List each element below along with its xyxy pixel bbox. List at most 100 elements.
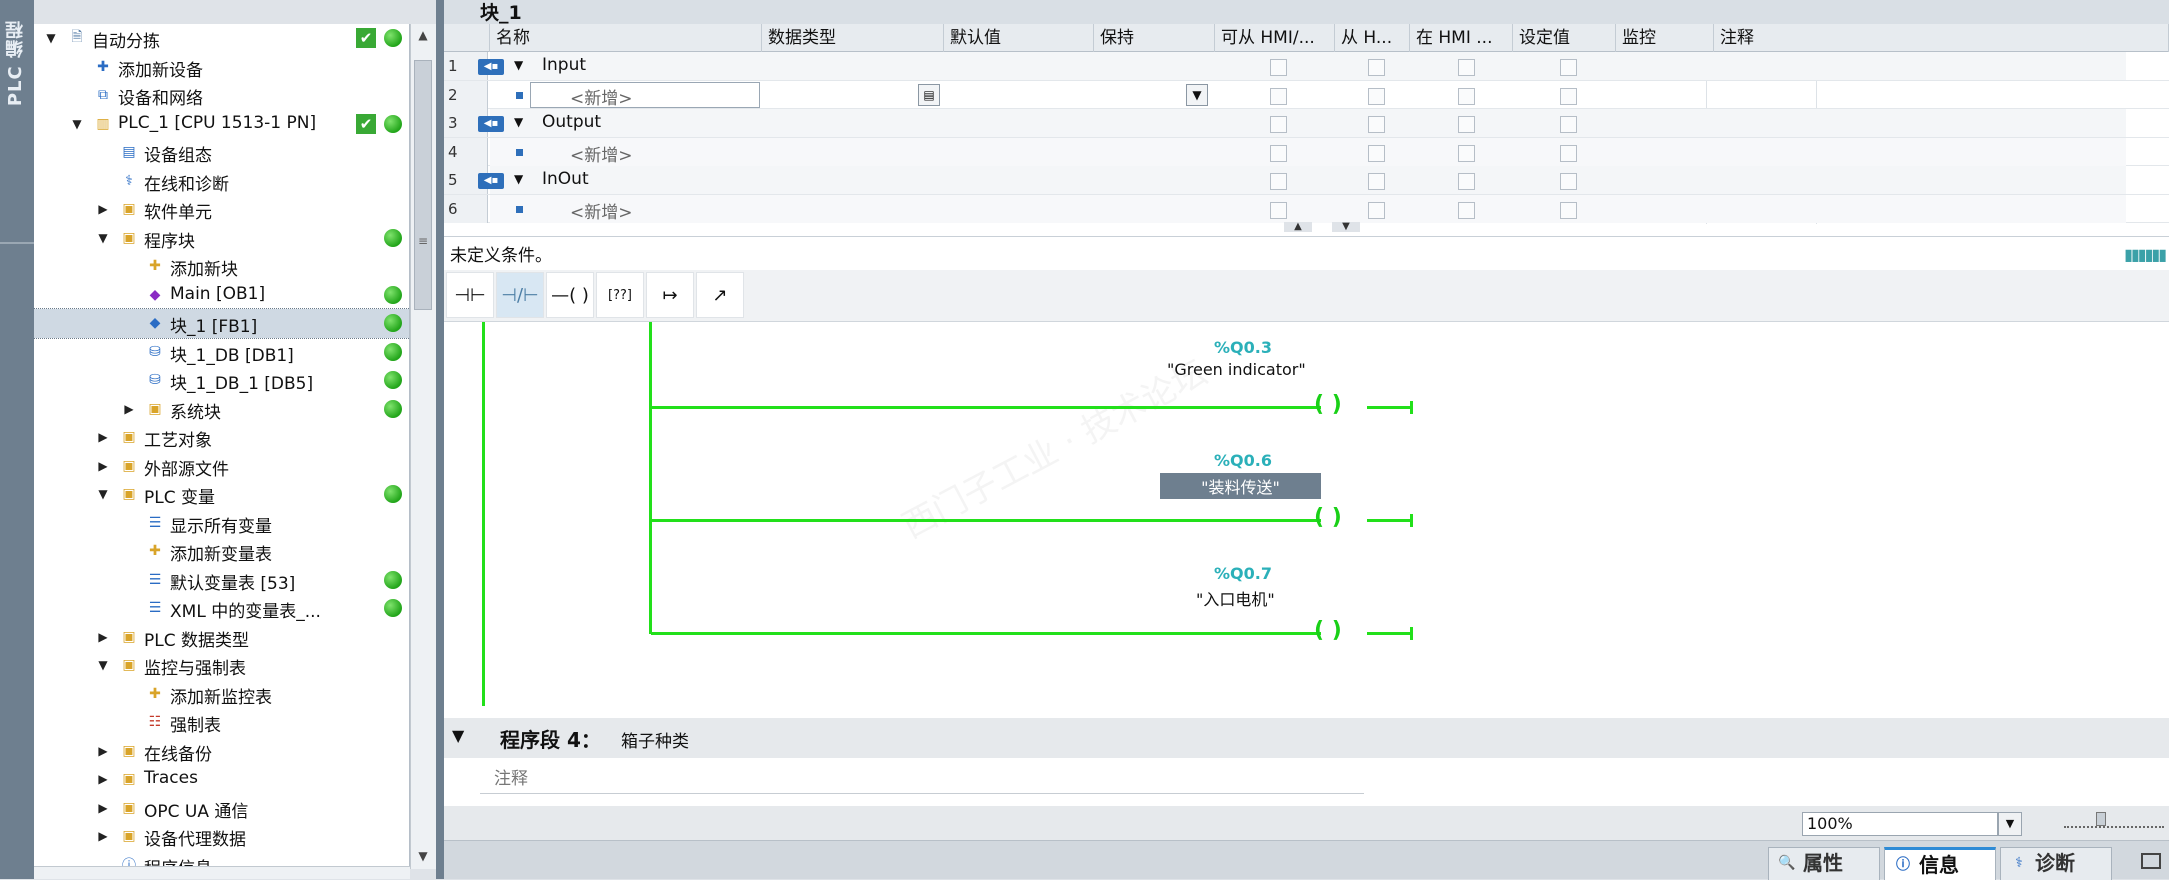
expand-arrow-right-icon[interactable]: ▶ xyxy=(96,630,110,644)
zoom-level-input[interactable]: 100% xyxy=(1802,812,1998,836)
scroll-up-icon[interactable]: ▲ xyxy=(411,24,435,46)
interface-row[interactable]: 6 <新增> xyxy=(444,194,2169,223)
add-new-placeholder[interactable]: <新增> xyxy=(570,198,633,223)
column-header[interactable]: 在 HMI ... xyxy=(1410,24,1513,52)
tree-item[interactable]: ▶ ▣ 在线备份 xyxy=(34,737,409,766)
splitter-up-icon[interactable]: ▲ xyxy=(1284,222,1312,232)
row-checkbox[interactable] xyxy=(1560,87,1577,105)
tree-item[interactable]: ▶ ▣ Traces xyxy=(34,765,409,794)
expand-arrow-right-icon[interactable]: ▶ xyxy=(96,829,110,843)
row-checkbox[interactable] xyxy=(1458,87,1475,105)
row-checkbox[interactable] xyxy=(1270,144,1287,162)
open-branch-icon[interactable]: ↦ xyxy=(646,272,694,318)
row-checkbox[interactable] xyxy=(1270,59,1287,76)
row-checkbox[interactable] xyxy=(1270,116,1287,133)
output-coil[interactable]: ( ) xyxy=(1314,392,1342,417)
normally-open-contact-icon[interactable]: ⊣⊢ xyxy=(446,272,494,318)
coil-tag-name[interactable]: "Green indicator" xyxy=(1167,360,1306,379)
row-checkbox[interactable] xyxy=(1368,59,1385,76)
expand-arrow-down-icon[interactable]: ▼ xyxy=(96,231,110,245)
tree-item[interactable]: ✚ 添加新监控表 xyxy=(34,680,409,709)
zoom-slider-knob[interactable] xyxy=(2096,812,2106,826)
tab-info[interactable]: ⓘ 信息 xyxy=(1884,847,1996,880)
name-edit-field[interactable] xyxy=(530,81,760,108)
splitter-down-icon[interactable]: ▼ xyxy=(1332,222,1360,232)
tree-item[interactable]: ⧉ 设备和网络 xyxy=(34,81,409,110)
network-description[interactable]: 箱子种类 xyxy=(621,727,689,752)
coil-tag-name[interactable]: "入口电机" xyxy=(1196,586,1275,610)
panel-grip-icon[interactable]: ▮▮▮▮▮▮ xyxy=(2124,245,2167,264)
row-checkbox[interactable] xyxy=(1368,87,1385,105)
column-header[interactable]: 设定值 xyxy=(1513,24,1616,52)
tree-item[interactable]: ⚕ 在线和诊断 xyxy=(34,167,409,196)
row-checkbox[interactable] xyxy=(1368,144,1385,162)
tree-item[interactable]: ▶ ▣ PLC 数据类型 xyxy=(34,623,409,652)
add-new-placeholder[interactable]: <新增> xyxy=(570,141,633,166)
column-header[interactable]: 名称 xyxy=(490,24,762,52)
tree-item[interactable]: ▶ ▣ OPC UA 通信 xyxy=(34,794,409,823)
tree-item[interactable]: ▼ 🗎 自动分拣 ✔ xyxy=(34,24,409,53)
interface-row[interactable]: 5 ◀▪ ▼ InOut xyxy=(444,166,2169,195)
expand-arrow-right-icon[interactable]: ▶ xyxy=(96,430,110,444)
column-header[interactable]: 从 H... xyxy=(1335,24,1410,52)
interface-row[interactable]: 3 ◀▪ ▼ Output xyxy=(444,109,2169,138)
tree-item[interactable]: ▼ ▣ PLC 变量 xyxy=(34,480,409,509)
expand-arrow-down-icon[interactable]: ▼ xyxy=(70,117,84,131)
expand-arrow-right-icon[interactable]: ▶ xyxy=(96,772,110,786)
row-checkbox[interactable] xyxy=(1368,116,1385,133)
close-branch-icon[interactable]: ↗ xyxy=(696,272,744,318)
expand-arrow-right-icon[interactable]: ▶ xyxy=(96,459,110,473)
tree-item[interactable]: ▼ ▣ 监控与强制表 xyxy=(34,651,409,680)
tree-item[interactable]: ▤ 设备组态 xyxy=(34,138,409,167)
row-checkbox[interactable] xyxy=(1458,173,1475,190)
expand-arrow-down-icon[interactable]: ▼ xyxy=(96,487,110,501)
coil-tag-name[interactable]: "装料传送" xyxy=(1160,473,1321,499)
row-checkbox[interactable] xyxy=(1368,173,1385,190)
column-header[interactable]: 注释 xyxy=(1714,24,2169,52)
row-checkbox[interactable] xyxy=(1458,201,1475,219)
expand-arrow-down-icon[interactable]: ▼ xyxy=(96,658,110,672)
scroll-down-icon[interactable]: ▼ xyxy=(411,845,435,867)
tree-item[interactable]: ☷ 强制表 xyxy=(34,708,409,737)
network-header[interactable]: ▼ 程序段 4： 箱子种类 xyxy=(444,718,2169,758)
expand-arrow-right-icon[interactable]: ▶ xyxy=(96,202,110,216)
tree-item[interactable]: ▶ ▣ 软件单元 xyxy=(34,195,409,224)
row-checkbox[interactable] xyxy=(1458,59,1475,76)
row-checkbox[interactable] xyxy=(1270,201,1287,219)
column-header[interactable]: 保持 xyxy=(1094,24,1215,52)
output-coil[interactable]: ( ) xyxy=(1314,505,1342,530)
tree-item[interactable]: ⛁ 块_1_DB [DB1] xyxy=(34,338,409,367)
scroll-thumb[interactable] xyxy=(414,60,432,310)
interface-row[interactable]: 2 ▤ ▼ <新增> xyxy=(444,80,2169,109)
tree-item[interactable]: ✚ 添加新变量表 xyxy=(34,537,409,566)
tree-item[interactable]: ▶ ▣ 外部源文件 xyxy=(34,452,409,481)
normally-closed-contact-icon[interactable]: ⊣/⊢ xyxy=(496,272,544,318)
panel-splitter[interactable] xyxy=(436,0,444,879)
column-header[interactable]: 数据类型 xyxy=(762,24,944,52)
column-header[interactable]: 监控 xyxy=(1616,24,1714,52)
add-new-placeholder[interactable]: <新增> xyxy=(570,84,633,109)
row-checkbox[interactable] xyxy=(1458,144,1475,162)
side-tab-plc-programming[interactable]: PLC 编程 xyxy=(0,0,34,879)
expand-arrow-down-icon[interactable]: ▼ xyxy=(44,31,58,45)
tree-item[interactable]: ▶ ▣ 系统块 xyxy=(34,395,409,424)
collapse-section-icon[interactable]: ▼ xyxy=(514,172,523,186)
empty-box-icon[interactable]: [??] xyxy=(596,272,644,318)
zoom-dropdown-icon[interactable]: ▼ xyxy=(1998,812,2022,836)
zoom-slider[interactable] xyxy=(2064,818,2164,828)
row-checkbox[interactable] xyxy=(1560,173,1577,190)
retain-dropdown-icon[interactable]: ▼ xyxy=(1186,83,1208,106)
coil-address[interactable]: %Q0.6 xyxy=(1214,451,1272,470)
collapse-network-icon[interactable]: ▼ xyxy=(452,726,464,745)
tree-item[interactable]: ◆ 块_1 [FB1] xyxy=(34,308,409,339)
tree-item[interactable]: ✚ 添加新块 xyxy=(34,252,409,281)
tree-item[interactable]: ▼ ▣ 程序块 xyxy=(34,224,409,253)
tree-item[interactable]: ◆ Main [OB1] xyxy=(34,281,409,310)
coil-address[interactable]: %Q0.3 xyxy=(1214,338,1272,357)
column-header[interactable]: 可从 HMI/... xyxy=(1215,24,1335,52)
tab-diagnostics[interactable]: ⚕ 诊断 xyxy=(2000,847,2112,880)
row-checkbox[interactable] xyxy=(1560,116,1577,133)
tree-item[interactable]: ☰ XML 中的变量表_... xyxy=(34,594,409,623)
tab-properties[interactable]: 🔍 属性 xyxy=(1768,847,1880,880)
tree-horizontal-scrollbar[interactable] xyxy=(34,866,410,879)
